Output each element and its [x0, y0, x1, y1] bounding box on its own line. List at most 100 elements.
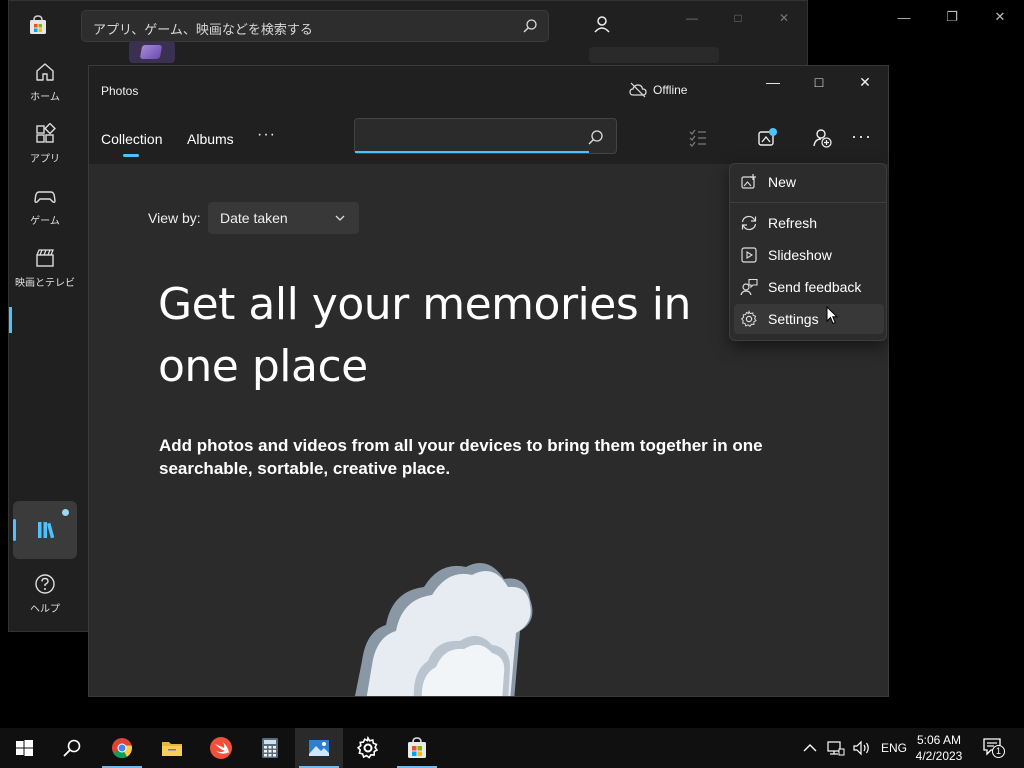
clapperboard-icon — [36, 249, 54, 267]
sidebar-item-games[interactable]: ゲーム — [9, 185, 81, 241]
minimize-icon[interactable]: — — [750, 66, 796, 98]
taskbar-file-explorer[interactable] — [148, 728, 196, 768]
select-icon[interactable] — [687, 127, 709, 149]
search-icon — [63, 739, 81, 757]
help-icon — [35, 574, 55, 594]
sidebar-item-label: ホーム — [30, 92, 60, 103]
view-by-dropdown[interactable]: Date taken — [208, 202, 359, 234]
tab-albums[interactable]: Albums — [187, 131, 234, 147]
swift-icon — [210, 737, 232, 759]
gear-icon — [356, 736, 379, 759]
add-person-icon[interactable] — [811, 127, 833, 149]
slideshow-icon — [741, 247, 757, 263]
chevron-down-icon — [335, 215, 345, 221]
volume-icon[interactable] — [853, 740, 871, 756]
gear-icon — [740, 310, 757, 328]
update-badge — [62, 509, 69, 516]
sidebar-item-label: ヘルプ — [30, 604, 60, 615]
taskbar-search-button[interactable] — [48, 728, 96, 768]
calculator-icon — [262, 738, 278, 758]
import-icon[interactable] — [756, 127, 778, 149]
sidebar-item-home[interactable]: ホーム — [9, 61, 81, 117]
menu-item-label: Slideshow — [768, 247, 832, 263]
store-icon — [408, 737, 426, 758]
app-action-button[interactable] — [589, 47, 719, 63]
sidebar-item-help[interactable]: ヘルプ — [9, 573, 81, 629]
start-button[interactable] — [0, 728, 48, 768]
sidebar-item-label: 映画とテレビ — [15, 278, 75, 289]
chrome-icon — [112, 738, 132, 759]
windows-logo-icon — [16, 740, 33, 756]
offline-status: Offline — [629, 82, 687, 98]
feedback-icon — [740, 278, 758, 296]
more-options-menu: New Refresh Slideshow Send feedback Sett… — [729, 163, 887, 341]
photos-search-input[interactable] — [354, 118, 617, 154]
store-window-controls: — □ ✕ — [669, 1, 807, 35]
restore-icon[interactable]: ❐ — [928, 0, 976, 34]
clock-date: 4/2/2023 — [915, 749, 963, 763]
taskbar-calculator[interactable] — [246, 728, 294, 768]
folder-icon — [162, 742, 182, 756]
taskbar-swift[interactable] — [197, 728, 245, 768]
user-icon[interactable] — [591, 13, 613, 35]
clock[interactable]: 5:06 AM 4/2/2023 — [912, 732, 966, 764]
menu-item-new[interactable]: New — [734, 167, 884, 197]
photos-window-controls: — □ ✕ — [750, 66, 888, 98]
taskbar-chrome[interactable] — [98, 728, 146, 768]
active-indicator — [13, 519, 16, 541]
app-thumbnail[interactable] — [129, 41, 175, 63]
new-image-icon — [741, 174, 756, 189]
taskbar-settings[interactable] — [344, 728, 392, 768]
maximize-icon[interactable]: □ — [796, 66, 842, 98]
store-search-input[interactable]: アプリ、ゲーム、映画などを検索する — [81, 10, 549, 42]
tabs-more-button[interactable]: ··· — [257, 126, 276, 144]
store-search-placeholder: アプリ、ゲーム、映画などを検索する — [93, 22, 313, 37]
sidebar-item-label: ゲーム — [30, 216, 60, 227]
cloud-offline-icon — [629, 82, 647, 98]
maximize-icon[interactable]: □ — [715, 1, 761, 35]
sidebar-item-label: アプリ — [30, 154, 60, 165]
search-icon[interactable] — [587, 129, 604, 146]
menu-item-label: Settings — [768, 311, 819, 327]
network-icon[interactable] — [827, 740, 845, 756]
empty-state-headline: Get all your memories in one place — [158, 279, 691, 392]
offline-label: Offline — [653, 83, 688, 97]
tab-collection[interactable]: Collection — [101, 131, 162, 147]
taskbar-photos[interactable] — [295, 728, 343, 768]
chevron-up-icon[interactable] — [803, 743, 817, 753]
empty-state-description: Add photos and videos from all your devi… — [159, 436, 763, 478]
gamepad-icon — [34, 191, 56, 204]
tab-active-indicator — [123, 154, 139, 157]
minimize-icon[interactable]: — — [880, 0, 928, 34]
minimize-icon[interactable]: — — [669, 1, 715, 35]
cloud-illustration — [355, 563, 533, 696]
taskbar-store[interactable] — [393, 728, 441, 768]
store-logo-icon — [30, 15, 46, 34]
menu-item-settings[interactable]: Settings — [734, 304, 884, 334]
menu-item-slideshow[interactable]: Slideshow — [734, 240, 884, 270]
search-focus-underline — [355, 151, 589, 153]
sidebar-item-apps[interactable]: アプリ — [9, 123, 81, 179]
store-content-strip — [119, 41, 809, 63]
menu-divider — [730, 202, 886, 203]
clock-time: 5:06 AM — [916, 733, 962, 747]
more-options-button[interactable]: ··· — [851, 126, 872, 147]
photos-window: Photos Offline — □ ✕ Collection Albums ·… — [88, 65, 889, 697]
language-indicator[interactable]: ENG — [881, 741, 907, 755]
notification-count: 1 — [992, 745, 1005, 758]
menu-item-label: Send feedback — [768, 279, 862, 295]
close-icon[interactable]: ✕ — [761, 1, 807, 35]
window-title: Photos — [101, 84, 139, 98]
menu-item-label: Refresh — [768, 215, 818, 231]
menu-item-send-feedback[interactable]: Send feedback — [734, 272, 884, 302]
action-center-button[interactable]: 1 — [982, 736, 1005, 758]
close-icon[interactable]: ✕ — [842, 66, 888, 98]
sidebar-item-movies[interactable]: 映画とテレビ — [9, 247, 81, 303]
close-icon[interactable]: ✕ — [976, 0, 1024, 34]
photos-header: Photos Offline — □ ✕ Collection Albums ·… — [89, 66, 888, 164]
sidebar-item-library[interactable] — [13, 501, 77, 559]
home-icon — [36, 63, 54, 81]
menu-item-refresh[interactable]: Refresh — [734, 208, 884, 238]
search-icon[interactable] — [522, 18, 538, 34]
store-sidebar: ホーム アプリ ゲーム 映画とテレビ ヘルプ — [9, 51, 81, 631]
